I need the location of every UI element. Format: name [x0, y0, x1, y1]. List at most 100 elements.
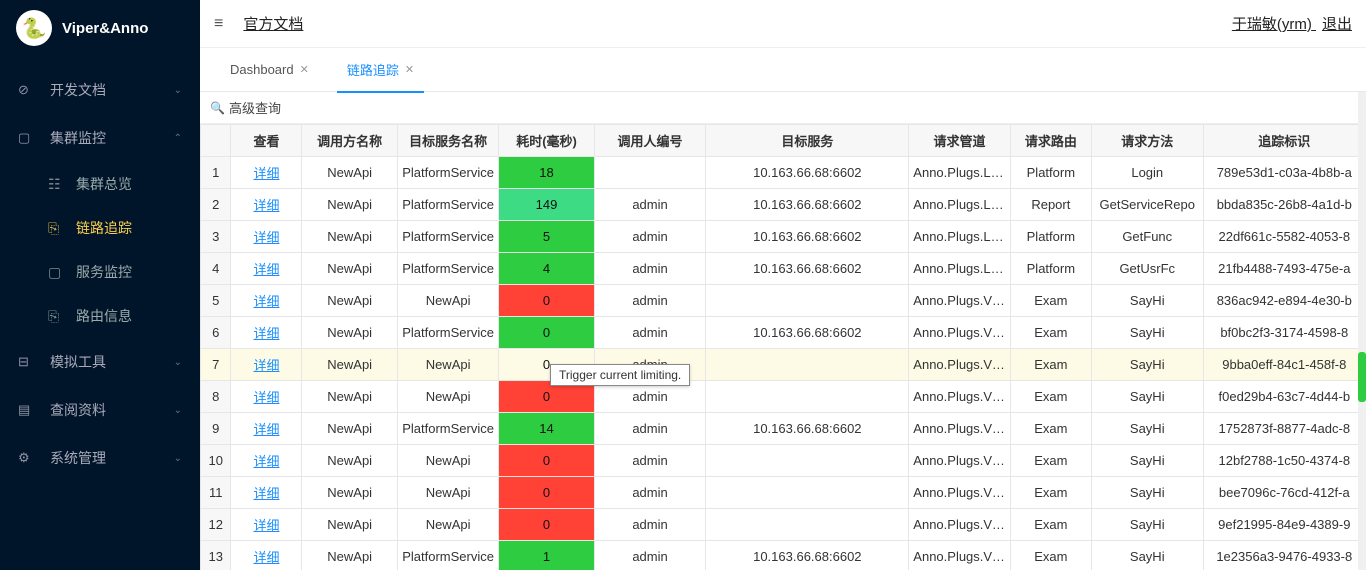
route-cell: Exam: [1010, 477, 1091, 509]
user-link[interactable]: 于瑞敏(yrm): [1232, 16, 1312, 33]
column-header[interactable]: 请求管道: [909, 125, 1010, 157]
detail-link[interactable]: 详细: [253, 518, 279, 533]
trace-cell: 12bf2788-1c50-4374-8: [1203, 445, 1365, 477]
menu-group[interactable]: ⚙系统管理⌄: [0, 434, 200, 482]
target-cell: PlatformService: [397, 253, 498, 285]
detail-link[interactable]: 详细: [253, 550, 279, 565]
menu-group[interactable]: ▢集群监控⌃: [0, 114, 200, 162]
time-cell: 0: [499, 285, 594, 317]
detail-link[interactable]: 详细: [253, 390, 279, 405]
caller-cell: NewApi: [302, 381, 397, 413]
close-icon[interactable]: ✕: [405, 63, 414, 76]
route-cell: Exam: [1010, 445, 1091, 477]
menu-group[interactable]: ▤查阅资料⌄: [0, 386, 200, 434]
service-cell: 10.163.66.68:6602: [706, 221, 909, 253]
service-cell: 10.163.66.68:6602: [706, 253, 909, 285]
menu-sub-item[interactable]: ☷ 集群总览: [0, 162, 200, 206]
trace-cell: 22df661c-5582-4053-8: [1203, 221, 1365, 253]
logo[interactable]: 🐍 Viper&Anno: [0, 0, 200, 56]
logout-link[interactable]: 退出: [1322, 16, 1352, 33]
channel-cell: Anno.Plugs.Vipe: [909, 445, 1010, 477]
menu-group[interactable]: ⊘开发文档⌄: [0, 66, 200, 114]
column-header[interactable]: 请求方法: [1091, 125, 1203, 157]
column-header[interactable]: 查看: [231, 125, 302, 157]
route-cell: Exam: [1010, 413, 1091, 445]
route-cell: Platform: [1010, 157, 1091, 189]
service-cell: [706, 285, 909, 317]
menu-label: 集群监控: [50, 128, 174, 148]
detail-link[interactable]: 详细: [253, 294, 279, 309]
user-cell: admin: [594, 541, 706, 570]
row-index: 3: [201, 221, 231, 253]
channel-cell: Anno.Plugs.Logi: [909, 157, 1010, 189]
view-cell: 详细: [231, 317, 302, 349]
view-cell: 详细: [231, 189, 302, 221]
menu-group[interactable]: ⊟模拟工具⌄: [0, 338, 200, 386]
column-header[interactable]: [201, 125, 231, 157]
column-header[interactable]: 请求路由: [1010, 125, 1091, 157]
detail-link[interactable]: 详细: [253, 198, 279, 213]
trace-cell: 9bba0eff-84c1-458f-8: [1203, 349, 1365, 381]
time-cell: 1: [499, 541, 594, 570]
menu-sub-item[interactable]: ⎘链路追踪: [0, 206, 200, 250]
tooltip: Trigger current limiting.: [550, 364, 690, 386]
tab-label: 链路追踪: [347, 60, 399, 79]
detail-link[interactable]: 详细: [253, 230, 279, 245]
sidebar-menu: ⊘开发文档⌄▢集群监控⌃ ☷ 集群总览 ⎘链路追踪▢服务监控⎘路由信息⊟模拟工具⌄▤查…: [0, 56, 200, 570]
row-index: 13: [201, 541, 231, 570]
table-row: 6详细NewApiPlatformService0admin10.163.66.…: [201, 317, 1366, 349]
menu-sub-label: 集群总览: [76, 174, 132, 194]
route-cell: Exam: [1010, 541, 1091, 570]
scrollbar-thumb[interactable]: [1358, 352, 1366, 402]
chevron-icon: ⌄: [174, 85, 182, 96]
tab[interactable]: 链路追踪 ✕: [337, 48, 424, 92]
table-row: 2详细NewApiPlatformService149admin10.163.6…: [201, 189, 1366, 221]
channel-cell: Anno.Plugs.Vipe: [909, 317, 1010, 349]
caller-cell: NewApi: [302, 477, 397, 509]
table-row: 11详细NewApiNewApi0adminAnno.Plugs.VipeExa…: [201, 477, 1366, 509]
detail-link[interactable]: 详细: [253, 422, 279, 437]
column-header[interactable]: 追踪标识: [1203, 125, 1365, 157]
menu-sub-item[interactable]: ▢服务监控: [0, 250, 200, 294]
channel-cell: Anno.Plugs.Logi: [909, 221, 1010, 253]
detail-link[interactable]: 详细: [253, 358, 279, 373]
target-cell: NewApi: [397, 381, 498, 413]
table-wrap[interactable]: 查看调用方名称目标服务名称耗时(毫秒)调用人编号目标服务请求管道请求路由请求方法…: [200, 124, 1366, 570]
method-cell: SayHi: [1091, 445, 1203, 477]
column-header[interactable]: 耗时(毫秒): [499, 125, 594, 157]
detail-link[interactable]: 详细: [253, 454, 279, 469]
sidebar: 🐍 Viper&Anno ⊘开发文档⌄▢集群监控⌃ ☷ 集群总览 ⎘链路追踪▢服务监控…: [0, 0, 200, 570]
detail-link[interactable]: 详细: [253, 486, 279, 501]
tab[interactable]: Dashboard✕: [220, 48, 319, 92]
view-cell: 详细: [231, 285, 302, 317]
official-docs-link[interactable]: 官方文档: [243, 13, 303, 34]
vertical-scrollbar[interactable]: [1358, 92, 1366, 570]
method-cell: GetUsrFc: [1091, 253, 1203, 285]
caller-cell: NewApi: [302, 317, 397, 349]
service-cell: [706, 477, 909, 509]
chevron-icon: ⌄: [174, 357, 182, 368]
close-icon[interactable]: ✕: [300, 63, 309, 76]
table-row: 12详细NewApiNewApi0adminAnno.Plugs.VipeExa…: [201, 509, 1366, 541]
trace-cell: 1752873f-8877-4adc-8: [1203, 413, 1365, 445]
detail-link[interactable]: 详细: [253, 166, 279, 181]
column-header[interactable]: 调用人编号: [594, 125, 706, 157]
menu-icon: ⊟: [18, 354, 36, 370]
advanced-query[interactable]: 🔍 高级查询: [200, 92, 1366, 124]
detail-link[interactable]: 详细: [253, 326, 279, 341]
menu-sub-icon: ☷: [48, 176, 66, 193]
column-header[interactable]: 调用方名称: [302, 125, 397, 157]
menu-sub-label: 服务监控: [76, 262, 132, 282]
logo-text: Viper&Anno: [62, 20, 148, 37]
time-cell: 14: [499, 413, 594, 445]
time-cell: 0: [499, 477, 594, 509]
menu-label: 系统管理: [50, 448, 174, 468]
row-index: 6: [201, 317, 231, 349]
menu-sub-item[interactable]: ⎘路由信息: [0, 294, 200, 338]
user-cell: admin: [594, 445, 706, 477]
time-cell: 0: [499, 445, 594, 477]
column-header[interactable]: 目标服务名称: [397, 125, 498, 157]
hamburger-icon[interactable]: ≡: [214, 15, 223, 33]
detail-link[interactable]: 详细: [253, 262, 279, 277]
column-header[interactable]: 目标服务: [706, 125, 909, 157]
